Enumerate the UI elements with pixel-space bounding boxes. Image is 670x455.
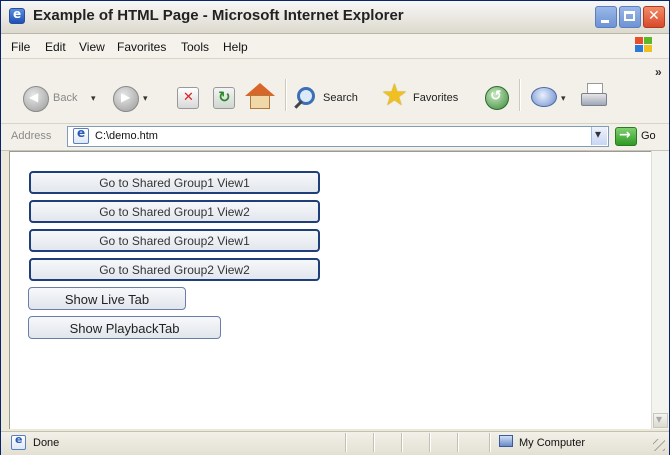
browser-window: Example of HTML Page - Microsoft Interne… [0, 0, 670, 455]
internet-explorer-icon [9, 7, 25, 24]
show-playback-tab-button[interactable]: Show PlaybackTab [28, 316, 221, 339]
address-dropdown-icon[interactable] [591, 127, 607, 145]
go-shared-group2-view2-button[interactable]: Go to Shared Group2 View2 [29, 258, 320, 281]
status-divider [489, 433, 491, 452]
back-icon[interactable] [23, 86, 49, 112]
show-live-tab-button[interactable]: Show Live Tab [28, 287, 186, 310]
menu-help[interactable]: Help [223, 40, 248, 54]
go-shared-group1-view1-button[interactable]: Go to Shared Group1 View1 [29, 171, 320, 194]
my-computer-icon [499, 435, 513, 447]
print-icon[interactable] [581, 83, 607, 109]
status-divider [401, 433, 403, 452]
minimize-button[interactable] [595, 6, 617, 28]
vertical-scrollbar[interactable] [651, 151, 669, 429]
favorites-star-icon[interactable]: ★ [381, 81, 408, 111]
go-shared-group2-view1-button[interactable]: Go to Shared Group2 View1 [29, 229, 320, 252]
scroll-down-icon[interactable] [653, 412, 668, 428]
favorites-label[interactable]: Favorites [413, 92, 458, 104]
address-label: Address [11, 130, 52, 142]
forward-dropdown-icon[interactable]: ▾ [143, 93, 148, 104]
toolbar-overflow-chevron-icon[interactable]: » [655, 65, 662, 79]
security-zone-label: My Computer [519, 437, 586, 449]
go-button-label[interactable]: Go [641, 130, 656, 142]
toolbar-separator [519, 79, 521, 111]
status-text: Done [33, 437, 60, 449]
status-divider [373, 433, 375, 452]
status-divider [345, 433, 347, 452]
search-label[interactable]: Search [323, 92, 358, 104]
back-label[interactable]: Back [53, 92, 77, 104]
search-icon[interactable] [297, 87, 315, 105]
page-icon [73, 126, 89, 144]
forward-icon[interactable] [113, 86, 139, 112]
page-status-icon [11, 433, 26, 450]
home-icon[interactable] [245, 83, 275, 111]
go-arrow-icon[interactable] [615, 127, 637, 146]
address-value[interactable]: C:\demo.htm [95, 130, 158, 142]
toolbar-separator [285, 79, 287, 111]
window-title: Example of HTML Page - Microsoft Interne… [33, 7, 404, 24]
menu-view[interactable]: View [79, 40, 105, 54]
status-divider [457, 433, 459, 452]
mail-icon[interactable] [531, 87, 557, 107]
menu-tools[interactable]: Tools [181, 40, 209, 54]
menu-file[interactable]: File [11, 40, 30, 54]
windows-logo-icon [635, 37, 655, 55]
maximize-button[interactable] [619, 6, 641, 28]
go-shared-group1-view2-button[interactable]: Go to Shared Group1 View2 [29, 200, 320, 223]
resize-grip-icon[interactable] [653, 439, 665, 451]
media-icon[interactable] [485, 86, 509, 110]
back-dropdown-icon[interactable]: ▾ [91, 93, 96, 104]
mail-dropdown-icon[interactable]: ▾ [561, 93, 566, 104]
menu-edit[interactable]: Edit [45, 40, 66, 54]
menu-favorites[interactable]: Favorites [117, 40, 166, 54]
close-button[interactable] [643, 6, 665, 28]
stop-icon[interactable] [177, 87, 199, 109]
status-divider [429, 433, 431, 452]
refresh-icon[interactable] [213, 87, 235, 109]
